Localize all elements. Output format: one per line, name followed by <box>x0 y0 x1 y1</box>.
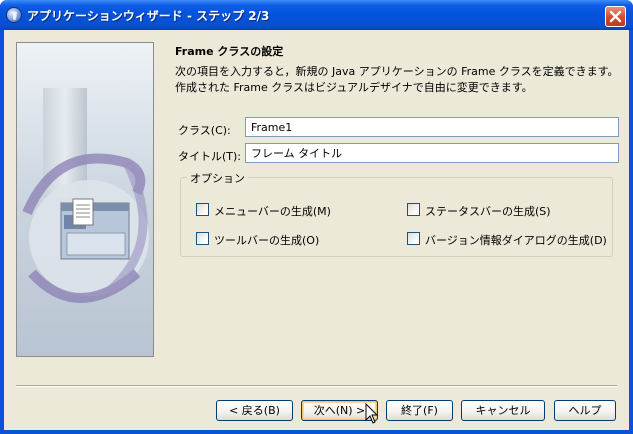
page-description: 次の項目を入力すると，新規の Java アプリケーションの Frame クラスを… <box>175 64 619 96</box>
page-heading: Frame クラスの設定 <box>175 45 284 58</box>
menubar-checkbox-label[interactable]: メニューバーの生成(M) <box>214 203 331 219</box>
finish-button[interactable]: 終了(F) <box>386 400 453 421</box>
close-button[interactable] <box>605 6 626 27</box>
button-separator <box>16 385 617 387</box>
back-button[interactable]: < 戻る(B) <box>216 400 293 421</box>
cancel-button[interactable]: キャンセル <box>461 400 545 421</box>
title-label: タイトル(T): <box>178 150 242 163</box>
options-group: オプション メニューバーの生成(M) ツールバーの生成(O) ステータスバーの生… <box>180 170 613 257</box>
title-bar[interactable]: アプリケーションウィザード - ステップ 2/3 <box>0 0 633 30</box>
menubar-checkbox[interactable] <box>196 203 209 216</box>
description-line-2: 作成された Frame クラスはビジュアルデザイナで自由に変更できます。 <box>175 81 533 94</box>
close-icon <box>609 10 622 23</box>
dialog-body: Frame クラスの設定 次の項目を入力すると，新規の Java アプリケーショ… <box>4 30 629 430</box>
wizard-banner-image <box>16 42 154 357</box>
app-icon <box>6 7 22 23</box>
toolbar-checkbox[interactable] <box>196 232 209 245</box>
statusbar-checkbox[interactable] <box>407 203 420 216</box>
about-dialog-checkbox-label[interactable]: バージョン情報ダイアログの生成(D) <box>425 232 607 248</box>
toolbar-checkbox-label[interactable]: ツールバーの生成(O) <box>214 232 319 248</box>
statusbar-checkbox-label[interactable]: ステータスバーの生成(S) <box>425 203 551 219</box>
window-title: アプリケーションウィザード - ステップ 2/3 <box>27 9 270 23</box>
class-label: クラス(C): <box>178 124 231 137</box>
mouse-pointer-icon <box>365 403 379 424</box>
options-group-label: オプション <box>187 170 248 186</box>
wizard-window: アプリケーションウィザード - ステップ 2/3 Frame クラスの設定 次の… <box>0 0 633 434</box>
class-name-input[interactable] <box>245 117 619 137</box>
frame-title-input[interactable] <box>245 143 619 163</box>
about-dialog-checkbox[interactable] <box>407 232 420 245</box>
description-line-1: 次の項目を入力すると，新規の Java アプリケーションの Frame クラスを… <box>175 65 619 78</box>
help-button[interactable]: ヘルプ <box>554 400 616 421</box>
